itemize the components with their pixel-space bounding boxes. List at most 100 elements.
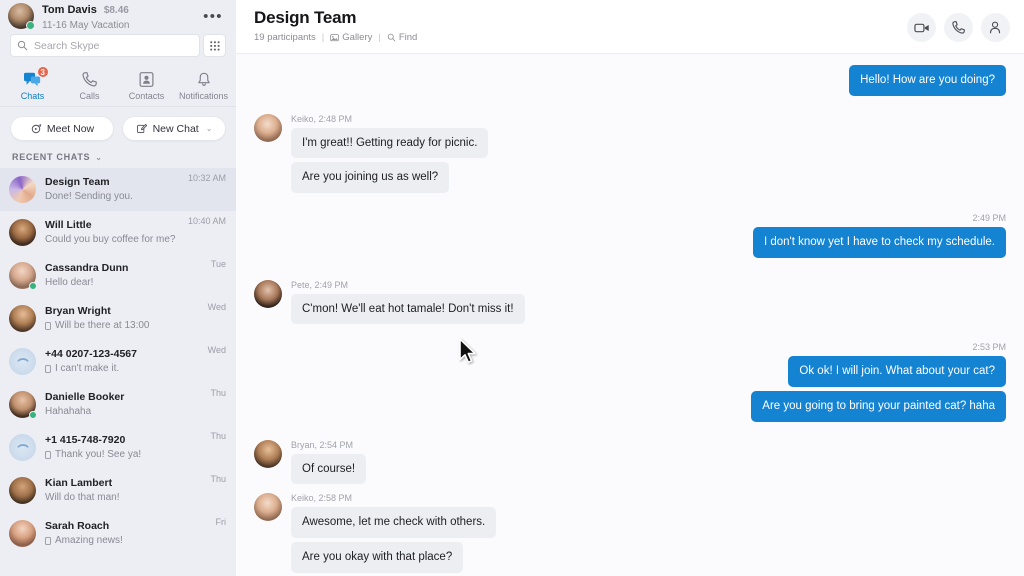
profile-status[interactable]: 11-16 May Vacation [42,20,200,33]
avatar [9,176,36,203]
sidebar-item-calls[interactable]: Calls [62,69,118,101]
message-bubble[interactable]: I'm great!! Getting ready for picnic. [291,127,489,159]
message-bubble[interactable]: Awesome, let me check with others. [291,507,497,539]
recent-chats-header[interactable]: RECENT CHATS ⌄ [0,148,236,168]
profile-text: Tom Davis $8.46 11-16 May Vacation [42,0,200,33]
message-list[interactable]: Hello! How are you doing? Keiko, 2:48 PM I… [236,53,1024,576]
person-add-icon [989,21,1001,34]
sidebar-item-label: Notifications [178,91,229,101]
compose-icon [136,123,147,133]
chat-name: Cassandra Dunn [45,261,129,274]
chat-timestamp: Wed [207,302,226,312]
sidebar-item-contacts[interactable]: Contacts [119,69,175,101]
message-bubble[interactable]: Are you okay with that place? [291,542,464,573]
recent-chats-label: RECENT CHATS [12,152,91,162]
new-chat-button[interactable]: New Chat ⌄ [122,116,226,141]
chevron-down-icon[interactable]: ⌄ [206,124,213,133]
list-item[interactable]: Sarah Roach Amazing news! Fri [0,512,236,555]
message-column: Keiko, 2:48 PM I'm great!! Getting ready … [291,114,489,197]
list-item[interactable]: Kian Lambert Will do that man! Thu [0,469,236,512]
search-row: Search Skype [0,32,236,63]
outgoing-message-group: Hello! How are you doing? [254,65,1006,100]
avatar[interactable] [254,439,282,468]
chat-name: +44 0207-123-4567 [45,347,137,360]
message-bubble[interactable]: I don't know yet I have to check my sche… [752,227,1006,258]
conversation-header-text: Design Team 19 participants | Gallery | [254,8,417,43]
audio-call-button[interactable] [944,13,973,42]
message-bubble[interactable]: Are you going to bring your painted cat?… [751,391,1006,422]
avatar[interactable] [8,3,35,30]
contacts-icon [138,69,155,88]
list-item-text: Design Team Done! Sending you. [45,176,188,204]
search-placeholder: Search Skype [34,39,100,52]
list-item[interactable]: Will Little Could you buy coffee for me? 1… [0,211,236,254]
list-item[interactable]: Design Team Done! Sending you. 10:32 AM [0,168,236,211]
meet-now-button[interactable]: Meet Now [10,116,114,141]
profile-row[interactable]: Tom Davis $8.46 11-16 May Vacation ••• [0,0,236,32]
message-bubble[interactable]: Ok ok! I will join. What about your cat? [788,356,1006,388]
message-column: Bryan, 2:54 PM Of course! [291,439,367,489]
message-bubble[interactable]: Are you joining us as well? [291,162,450,194]
video-call-button[interactable] [907,13,936,42]
header-divider [236,53,1024,54]
mobile-device-icon [45,450,51,459]
profile-name: Tom Davis [42,4,97,17]
message-bubble[interactable]: Hello! How are you doing? [849,65,1006,96]
avatar [9,391,37,419]
find-link[interactable]: Find [387,32,417,43]
list-item[interactable]: Cassandra Dunn Hello dear! Tue [0,254,236,297]
recent-chats-list[interactable]: Design Team Done! Sending you. 10:32 AM Wil… [0,168,236,576]
message-bubble[interactable]: Of course! [291,453,367,485]
chat-preview: Will be there at 13:00 [45,319,208,332]
chat-timestamp: Thu [210,431,226,441]
list-item-text: Danielle Booker Hahahaha [45,391,210,419]
separator: | [378,32,381,43]
avatar-image [9,477,36,504]
gallery-label: Gallery [342,32,373,43]
avatar [9,348,36,375]
chat-preview-text: Thank you! See ya! [55,449,142,461]
sidebar-item-label: Chats [20,91,45,101]
message-column: Pete, 2:49 PM C'mon! We'll eat hot tamale… [291,280,525,329]
avatar [9,520,36,547]
participants-count[interactable]: 19 participants [254,32,316,43]
search-icon [17,40,28,51]
list-item[interactable]: +1 415-748-7920 Thank you! See ya! Thu [0,426,236,469]
conversation-panel: Design Team 19 participants | Gallery | [236,0,1024,576]
chat-timestamp: Tue [210,259,226,269]
chat-preview: I can't make it. [45,362,208,375]
chat-preview-text: Could you buy coffee for me? [45,234,176,246]
meet-now-icon [31,123,42,133]
more-options-icon[interactable]: ••• [200,5,226,27]
list-item[interactable]: Danielle Booker Hahahaha Thu [0,383,236,426]
add-people-button[interactable] [981,13,1010,42]
avatar[interactable] [254,279,282,308]
message-sender-timestamp: Bryan, 2:54 PM [291,439,354,450]
list-item-text: Bryan Wright Will be there at 13:00 [45,305,208,333]
nav-tabs: 3 Chats Calls Contacts Notifications [0,63,236,107]
chat-name: Design Team [45,175,110,188]
avatar[interactable] [254,113,282,142]
separator: | [321,32,325,43]
avatar[interactable] [254,493,282,522]
message-timestamp: 2:53 PM [972,342,1006,353]
mobile-device-icon [45,364,51,373]
sidebar-item-chats[interactable]: 3 Chats [5,66,61,101]
phone-icon [81,69,98,88]
sidebar-item-notifications[interactable]: Notifications [176,69,232,101]
dialpad-icon[interactable] [203,34,226,57]
avatar [9,262,37,290]
gallery-link[interactable]: Gallery [330,32,372,43]
message-column: Hello! How are you doing? [849,65,1006,100]
chat-preview-text: Will do that man! [45,492,120,504]
presence-indicator-online [26,21,35,30]
message-bubble[interactable]: C'mon! We'll eat hot tamale! Don't miss … [291,293,525,325]
search-input[interactable]: Search Skype [10,34,200,57]
list-item[interactable]: Bryan Wright Will be there at 13:00 Wed [0,297,236,340]
profile-balance[interactable]: $8.46 [104,5,129,18]
chat-preview-text: Will be there at 13:00 [55,320,150,332]
gallery-icon [330,34,340,42]
chat-timestamp: Wed [207,345,226,355]
list-item[interactable]: +44 0207-123-4567 I can't make it. Wed [0,340,236,383]
chat-timestamp: Fri [215,517,227,527]
